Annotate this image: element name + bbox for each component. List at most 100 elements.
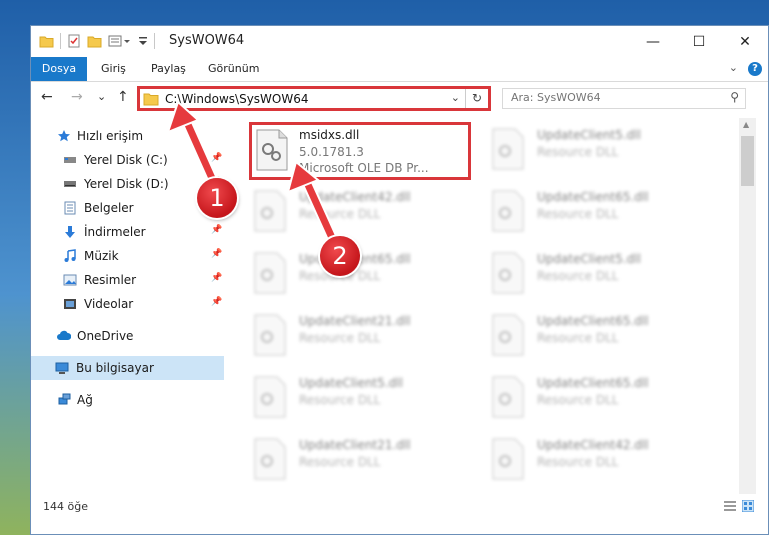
- maximize-button[interactable]: ☐: [676, 26, 722, 57]
- drive-icon: [64, 181, 76, 187]
- address-bar[interactable]: C:\Windows\SysWOW64 ⌄ ↻: [137, 86, 491, 111]
- scrollbar-thumb[interactable]: [741, 136, 754, 186]
- sidebar-item-label: Videolar: [84, 297, 134, 311]
- customize-icon[interactable]: [108, 34, 132, 48]
- sidebar-item-onedrive[interactable]: OneDrive: [31, 324, 224, 348]
- sidebar-item-label: Ağ: [77, 393, 93, 407]
- minimize-button[interactable]: —: [630, 26, 676, 57]
- computer-icon: [55, 362, 69, 374]
- folder-icon[interactable]: [39, 34, 54, 48]
- file-description: Resource DLL: [537, 393, 619, 407]
- file-name: UpdateClient65.dll: [537, 314, 649, 328]
- tab-home[interactable]: Giriş: [101, 57, 126, 81]
- dll-file-icon: [492, 128, 524, 170]
- forward-button[interactable]: →: [71, 89, 83, 105]
- tab-file[interactable]: Dosya: [31, 57, 87, 81]
- file-name: UpdateClient21.dll: [299, 438, 411, 452]
- navigation-pane: Hızlı erişim Yerel Disk (C:) 📌 Yerel Dis…: [31, 118, 224, 498]
- sidebar-item-pictures[interactable]: Resimler 📌: [31, 268, 224, 292]
- chevron-down-icon[interactable]: [138, 34, 148, 48]
- sidebar-item-label: OneDrive: [77, 329, 134, 343]
- file-description: Resource DLL: [299, 207, 381, 221]
- tab-view[interactable]: Görünüm: [208, 57, 259, 81]
- dll-file-icon: [492, 190, 524, 232]
- file-description: Resource DLL: [537, 269, 619, 283]
- recent-locations-button[interactable]: ⌄: [97, 90, 106, 103]
- cloud-icon: [57, 330, 71, 340]
- ribbon-expand-icon[interactable]: ⌄: [729, 61, 738, 74]
- file-name: UpdateClient42.dll: [537, 438, 649, 452]
- sidebar-item-label: İndirmeler: [84, 225, 146, 239]
- pin-icon[interactable]: 📌: [211, 153, 222, 163]
- new-folder-icon[interactable]: [87, 34, 102, 48]
- refresh-icon[interactable]: ↻: [465, 89, 488, 108]
- sidebar-item-local-disk-c[interactable]: Yerel Disk (C:) 📌: [31, 148, 224, 172]
- pictures-icon: [63, 274, 77, 286]
- file-tile[interactable]: UpdateClient21.dll Resource DLL: [249, 308, 469, 364]
- tab-share[interactable]: Paylaş: [151, 57, 186, 81]
- step-2-badge: 2: [320, 236, 360, 276]
- sidebar-item-this-pc[interactable]: Bu bilgisayar: [31, 356, 224, 380]
- search-icon[interactable]: ⚲: [730, 90, 739, 104]
- sidebar-item-local-disk-d[interactable]: Yerel Disk (D:) 📌: [31, 172, 224, 196]
- help-icon[interactable]: ?: [748, 62, 762, 76]
- pin-icon[interactable]: 📌: [211, 225, 222, 235]
- file-tile[interactable]: UpdateClient42.dll Resource DLL: [487, 432, 707, 488]
- tiles-view-icon[interactable]: [742, 500, 754, 512]
- quick-access-toolbar: [39, 33, 155, 49]
- file-tile[interactable]: UpdateClient5.dll Resource DLL: [249, 370, 469, 426]
- pin-icon[interactable]: 📌: [211, 297, 222, 307]
- sidebar-item-videos[interactable]: Videolar 📌: [31, 292, 224, 316]
- sidebar-item-label: Resimler: [84, 273, 137, 287]
- search-box[interactable]: ⚲: [502, 88, 746, 109]
- sidebar-item-network[interactable]: Ağ: [31, 388, 224, 412]
- vertical-scrollbar[interactable]: ▲: [739, 118, 756, 494]
- divider: [154, 33, 155, 49]
- file-name: UpdateClient65.dll: [537, 190, 649, 204]
- network-icon: [58, 393, 71, 405]
- music-icon: [64, 249, 76, 262]
- sidebar-item-music[interactable]: Müzik 📌: [31, 244, 224, 268]
- file-tile[interactable]: UpdateClient5.dll Resource DLL: [487, 246, 707, 302]
- sidebar-item-documents[interactable]: Belgeler 📌: [31, 196, 224, 220]
- dll-file-icon: [254, 252, 286, 294]
- divider: [60, 33, 61, 49]
- file-tile[interactable]: UpdateClient65.dll Resource DLL: [487, 370, 707, 426]
- back-button[interactable]: ←: [41, 89, 53, 105]
- file-tile[interactable]: UpdateClient21.dll Resource DLL: [249, 432, 469, 488]
- sidebar-item-downloads[interactable]: İndirmeler 📌: [31, 220, 224, 244]
- videos-icon: [64, 299, 76, 309]
- window-title: SysWOW64: [169, 33, 245, 48]
- search-input[interactable]: [511, 91, 711, 104]
- file-description: Resource DLL: [537, 331, 619, 345]
- explorer-window: SysWOW64 — ☐ ✕ Dosya Giriş Paylaş Görünü…: [30, 25, 769, 535]
- dll-file-icon: [256, 129, 288, 171]
- file-name: UpdateClient42.dll: [299, 190, 411, 204]
- file-description: Resource DLL: [537, 145, 619, 159]
- item-count: 144 öğe: [43, 500, 88, 513]
- file-list: msidxs.dll 5.0.1781.3 Microsoft OLE DB P…: [249, 118, 740, 494]
- close-button[interactable]: ✕: [722, 26, 768, 57]
- pin-icon[interactable]: 📌: [211, 273, 222, 283]
- details-view-icon[interactable]: [724, 500, 736, 512]
- scroll-up-icon[interactable]: ▲: [743, 120, 749, 129]
- address-path[interactable]: C:\Windows\SysWOW64: [165, 92, 309, 106]
- file-description: Microsoft OLE DB Pr...: [299, 161, 429, 175]
- sidebar-item-quick-access[interactable]: Hızlı erişim: [31, 124, 224, 148]
- file-tile[interactable]: UpdateClient42.dll Resource DLL: [249, 184, 469, 240]
- properties-icon[interactable]: [67, 34, 81, 48]
- pin-icon[interactable]: 📌: [211, 249, 222, 259]
- file-tile[interactable]: UpdateClient65.dll Resource DLL: [487, 308, 707, 364]
- sidebar-item-label: Hızlı erişim: [77, 129, 144, 143]
- folder-icon: [143, 93, 159, 106]
- dll-file-icon: [254, 190, 286, 232]
- sidebar-item-label: Yerel Disk (D:): [84, 177, 169, 191]
- file-name: UpdateClient5.dll: [537, 252, 641, 266]
- file-tile[interactable]: UpdateClient5.dll Resource DLL: [487, 122, 707, 178]
- status-bar: 144 öğe: [31, 498, 768, 534]
- file-tile[interactable]: UpdateClient65.dll Resource DLL: [487, 184, 707, 240]
- up-button[interactable]: ↑: [117, 89, 129, 105]
- address-dropdown-icon[interactable]: ⌄: [451, 91, 460, 104]
- file-description: Resource DLL: [299, 393, 381, 407]
- file-tile-msidxs[interactable]: msidxs.dll 5.0.1781.3 Microsoft OLE DB P…: [249, 122, 471, 180]
